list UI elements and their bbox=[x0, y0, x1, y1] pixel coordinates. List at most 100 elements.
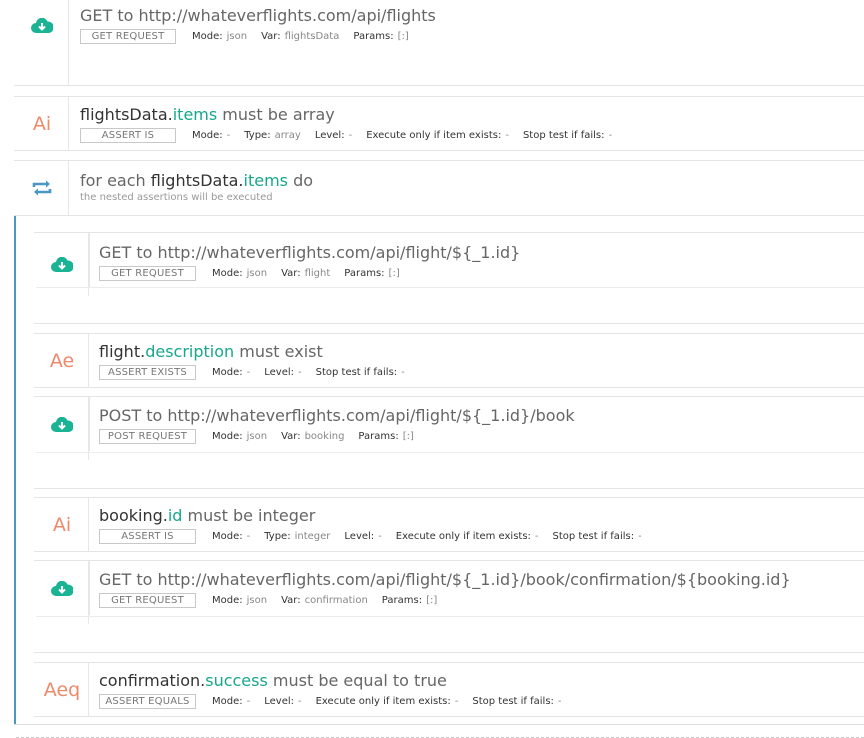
loop-end-line bbox=[14, 724, 864, 725]
step-type-tag: POST REQUEST bbox=[99, 429, 196, 444]
assert-step[interactable]: Ae flight.description must exist ASSERT … bbox=[34, 333, 864, 388]
request-step[interactable]: GET to http://whateverflights.com/api/fl… bbox=[34, 232, 864, 324]
mode-value: json bbox=[246, 268, 268, 279]
stop-value: - bbox=[557, 696, 562, 707]
loop-prefix: for each bbox=[80, 171, 151, 190]
mode-value: json bbox=[246, 595, 268, 606]
stop-label: Stop test if fails: bbox=[472, 696, 554, 707]
request-method: POST bbox=[99, 406, 142, 425]
type-label: Type: bbox=[264, 531, 291, 542]
var-label: Var: bbox=[281, 595, 301, 606]
loop-step[interactable]: for each flightsData.items do the nested… bbox=[14, 160, 864, 216]
assert-exists-icon: Ae bbox=[49, 349, 75, 372]
request-icon-cell bbox=[16, 0, 69, 85]
request-icon-cell bbox=[36, 561, 89, 624]
request-url: http://whateverflights.com/api/flight/${… bbox=[167, 406, 575, 425]
mode-value: - bbox=[246, 531, 251, 542]
params-label: Params: bbox=[353, 31, 394, 42]
loop-icon-cell bbox=[16, 161, 69, 215]
type-value: integer bbox=[294, 531, 331, 542]
assert-equals-icon: Aeq bbox=[43, 678, 81, 701]
cloud-download-icon bbox=[51, 580, 73, 596]
request-url: http://whateverflights.com/api/flight/${… bbox=[157, 243, 521, 262]
stop-value: - bbox=[401, 367, 405, 378]
mode-label: Mode: bbox=[212, 696, 243, 707]
assert-subject: confirmation bbox=[99, 671, 201, 690]
exec-label: Execute only if item exists: bbox=[315, 696, 451, 707]
repeat-icon bbox=[32, 180, 52, 196]
step-type-tag: GET REQUEST bbox=[99, 266, 196, 281]
mode-label: Mode: bbox=[212, 595, 243, 606]
stop-label: Stop test if fails: bbox=[315, 367, 398, 378]
assert-icon-cell: Ai bbox=[16, 97, 69, 150]
request-url: http://whateverflights.com/api/flights bbox=[138, 6, 436, 25]
stop-value: - bbox=[608, 130, 613, 141]
step-type-tag: ASSERT EXISTS bbox=[99, 365, 196, 380]
step-type-tag: ASSERT IS bbox=[99, 529, 196, 544]
loop-connector-line bbox=[14, 160, 16, 725]
loop-suffix: do bbox=[287, 171, 314, 190]
exec-value: - bbox=[505, 130, 509, 141]
mode-value: - bbox=[226, 130, 231, 141]
assert-step[interactable]: Ai booking.id must be integer ASSERT IS … bbox=[34, 497, 864, 552]
assert-rest: must be equal to true bbox=[267, 671, 447, 690]
stop-label: Stop test if fails: bbox=[552, 531, 635, 542]
type-label: Type: bbox=[244, 130, 271, 141]
assert-rest: must be array bbox=[217, 105, 335, 124]
mode-label: Mode: bbox=[212, 367, 243, 378]
request-step[interactable]: POST to http://whateverflights.com/api/f… bbox=[34, 396, 864, 489]
mode-value: json bbox=[226, 31, 248, 42]
assert-step[interactable]: Aeq confirmation.success must be equal t… bbox=[34, 662, 864, 717]
exec-label: Execute only if item exists: bbox=[366, 130, 502, 141]
level-value: - bbox=[378, 531, 382, 542]
loop-subject: flightsData bbox=[150, 171, 239, 190]
assert-subject: flightsData bbox=[80, 105, 168, 124]
type-value: array bbox=[274, 130, 301, 141]
var-label: Var: bbox=[281, 268, 301, 279]
var-label: Var: bbox=[261, 31, 281, 42]
mode-value: - bbox=[246, 696, 251, 707]
mode-label: Mode: bbox=[192, 31, 223, 42]
mode-value: json bbox=[246, 431, 268, 442]
params-value: [:] bbox=[426, 595, 438, 606]
assert-field: description bbox=[145, 342, 235, 361]
assert-field: id bbox=[167, 506, 183, 525]
assert-step[interactable]: Ai flightsData.items must be array ASSER… bbox=[14, 96, 864, 151]
assert-icon-cell: Aeq bbox=[36, 663, 89, 716]
assert-is-icon: Ai bbox=[32, 112, 52, 135]
request-method: GET bbox=[80, 6, 113, 25]
level-value: - bbox=[298, 696, 302, 707]
level-label: Level: bbox=[314, 130, 345, 141]
mode-label: Mode: bbox=[212, 431, 243, 442]
assert-icon-cell: Ai bbox=[36, 498, 89, 551]
level-label: Level: bbox=[264, 696, 294, 707]
params-value: [:] bbox=[388, 268, 400, 279]
params-label: Params: bbox=[381, 595, 423, 606]
exec-value: - bbox=[534, 531, 539, 542]
cloud-download-icon bbox=[51, 256, 73, 272]
params-label: Params: bbox=[358, 431, 399, 442]
cloud-upload-icon bbox=[51, 416, 73, 432]
step-type-tag: GET REQUEST bbox=[80, 29, 176, 44]
cloud-download-icon bbox=[31, 17, 53, 33]
var-value: confirmation bbox=[304, 595, 368, 606]
assert-subject: flight bbox=[99, 342, 141, 361]
var-label: Var: bbox=[281, 431, 301, 442]
level-label: Level: bbox=[264, 367, 294, 378]
assert-subject: booking bbox=[99, 506, 163, 525]
step-type-tag: GET REQUEST bbox=[99, 593, 196, 608]
mode-label: Mode: bbox=[192, 130, 223, 141]
var-value: booking bbox=[304, 431, 345, 442]
level-value: - bbox=[348, 130, 353, 141]
request-method: GET bbox=[99, 243, 132, 262]
request-method: GET bbox=[99, 570, 132, 589]
request-step[interactable]: GET to http://whateverflights.com/api/fl… bbox=[34, 560, 864, 653]
mode-label: Mode: bbox=[212, 531, 243, 542]
step-type-tag: ASSERT EQUALS bbox=[99, 694, 196, 709]
assert-rest: must be integer bbox=[182, 506, 316, 525]
request-icon-cell bbox=[36, 397, 89, 460]
var-value: flightsData bbox=[284, 31, 340, 42]
request-step[interactable]: GET to http://whateverflights.com/api/fl… bbox=[14, 0, 864, 86]
params-label: Params: bbox=[344, 268, 385, 279]
assert-rest: must exist bbox=[234, 342, 323, 361]
